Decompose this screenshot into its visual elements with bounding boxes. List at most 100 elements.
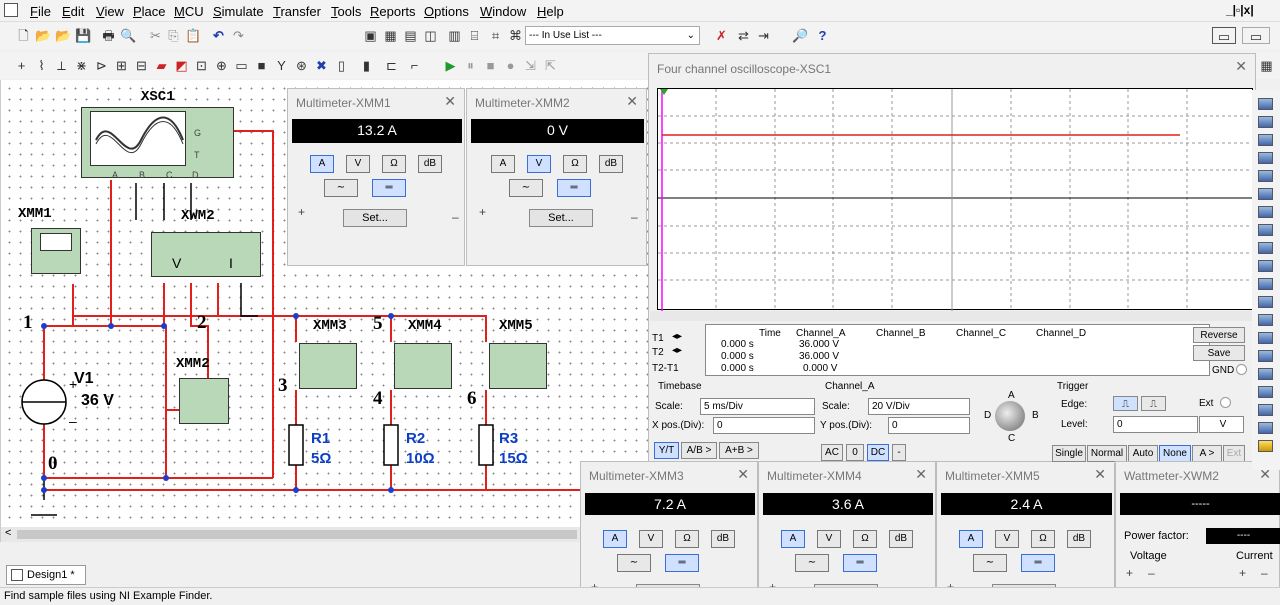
ac-mode-button[interactable]: ∼: [795, 554, 829, 572]
cursor-t1-marker[interactable]: [660, 89, 668, 95]
source-component-icon[interactable]: +: [13, 57, 30, 74]
menu-tools[interactable]: Tools: [331, 4, 361, 19]
minus-coupling-button[interactable]: -: [892, 444, 906, 461]
multimeter-xmm4-panel[interactable]: Multimeter-XMM4 ✕ 3.6 A A V Ω dB ∼ ═ + –…: [758, 461, 936, 604]
menu-view[interactable]: View: [96, 4, 124, 19]
db-button[interactable]: dB: [599, 155, 623, 173]
oscilloscope-screen[interactable]: [657, 88, 1254, 311]
close-icon[interactable]: ✕: [444, 93, 456, 110]
a-trigger-button[interactable]: A >: [1192, 445, 1222, 462]
in-use-list-dropdown[interactable]: --- In Use List --- ⌄: [525, 26, 700, 45]
agilent-multimeter-tool-icon[interactable]: [1258, 368, 1273, 380]
dc-mode-button[interactable]: ═: [665, 554, 699, 572]
design-tab[interactable]: Design1 *: [6, 565, 86, 585]
bode-plotter-tool-icon[interactable]: [1258, 188, 1273, 200]
amps-button[interactable]: A: [310, 155, 334, 173]
amps-button[interactable]: A: [959, 530, 983, 548]
rising-edge-button[interactable]: ⎍: [1113, 396, 1138, 411]
multimeter-xmm4-symbol[interactable]: [394, 343, 452, 389]
amps-button[interactable]: A: [491, 155, 515, 173]
multimeter-xmm2-symbol[interactable]: [179, 378, 229, 424]
redo-icon[interactable]: ↷: [230, 27, 247, 44]
iv-analyzer-tool-icon[interactable]: [1258, 278, 1273, 290]
panel-toggle-2-icon[interactable]: ▭: [1242, 27, 1270, 44]
toggle-design-toolbox-icon[interactable]: ▣: [362, 27, 379, 44]
ttl-component-icon[interactable]: ⊞: [113, 57, 130, 74]
advanced-peripherals-icon[interactable]: ■: [253, 57, 270, 74]
level-unit-select[interactable]: V: [1199, 416, 1244, 433]
close-icon[interactable]: ✕: [1235, 58, 1247, 75]
copy-icon[interactable]: ⎘: [165, 27, 182, 44]
mdi-window-controls[interactable]: _|▫|x|: [1226, 3, 1254, 17]
ohms-button[interactable]: Ω: [1031, 530, 1055, 548]
zoom-icon[interactable]: 🔎: [792, 27, 809, 44]
falling-edge-button[interactable]: ⎍: [1141, 396, 1166, 411]
timebase-scale-input[interactable]: 5 ms/Div: [700, 398, 815, 415]
stop-icon[interactable]: ■: [482, 57, 499, 74]
cut-icon[interactable]: ✂: [147, 27, 164, 44]
normal-button[interactable]: Normal: [1087, 445, 1127, 462]
volts-button[interactable]: V: [639, 530, 663, 548]
oscilloscope-tool-icon[interactable]: [1258, 152, 1273, 164]
ac-mode-button[interactable]: ∼: [324, 179, 358, 197]
ohms-button[interactable]: Ω: [675, 530, 699, 548]
dc-mode-button[interactable]: ═: [843, 554, 877, 572]
set-button[interactable]: Set...: [343, 209, 407, 227]
multimeter-xmm2-panel[interactable]: Multimeter-XMM2 ✕ 0 V A V Ω dB ∼ ═ + – S…: [466, 88, 647, 266]
erc-icon[interactable]: ✗: [713, 27, 730, 44]
volts-button[interactable]: V: [995, 530, 1019, 548]
oscilloscope-xsc1[interactable]: G T A B C D: [81, 107, 234, 180]
amps-button[interactable]: A: [781, 530, 805, 548]
four-channel-scope-tool-icon[interactable]: [1258, 170, 1273, 182]
postprocessor-icon[interactable]: ◫: [422, 27, 439, 44]
save-icon[interactable]: 💾: [75, 27, 92, 44]
cursor-t1-arrows-icon[interactable]: ◂▸: [672, 331, 682, 342]
rf-component-icon[interactable]: Y: [273, 57, 290, 74]
ni-component-icon[interactable]: ✖: [313, 57, 330, 74]
basic-component-icon[interactable]: ⌇: [33, 57, 50, 74]
back-annotate-icon[interactable]: ⇥: [755, 27, 772, 44]
ypos-input[interactable]: 0: [888, 417, 970, 434]
single-button[interactable]: Single: [1052, 445, 1086, 462]
open-sample-icon[interactable]: 📂: [55, 27, 72, 44]
channel-scale-input[interactable]: 20 V/Div: [868, 398, 970, 415]
multimeter-xmm3-panel[interactable]: Multimeter-XMM3 ✕ 7.2 A A V Ω dB ∼ ═ + –…: [580, 461, 758, 604]
menu-place[interactable]: Place: [133, 4, 166, 19]
zero-coupling-button[interactable]: 0: [846, 444, 864, 461]
menu-edit[interactable]: Edit: [62, 4, 84, 19]
db-button[interactable]: dB: [1067, 530, 1091, 548]
a-plus-b-button[interactable]: A+B >: [719, 442, 759, 459]
none-button[interactable]: None: [1159, 445, 1191, 462]
cursor-t2-arrows-icon[interactable]: ◂▸: [672, 345, 682, 356]
close-icon[interactable]: ✕: [915, 466, 927, 483]
yt-button[interactable]: Y/T: [654, 442, 679, 459]
agilent-scope-tool-icon[interactable]: [1258, 386, 1273, 398]
scroll-left-icon[interactable]: <: [5, 527, 11, 539]
print-icon[interactable]: 🖶: [100, 27, 117, 44]
mixed-component-icon[interactable]: ◩: [173, 57, 190, 74]
scroll-thumb[interactable]: [17, 530, 577, 539]
diode-component-icon[interactable]: ⟂: [53, 57, 70, 74]
probe-icon[interactable]: ●: [502, 57, 519, 74]
paste-icon[interactable]: 📋: [185, 27, 202, 44]
labview-tool-icon[interactable]: [1258, 422, 1273, 434]
distortion-analyzer-tool-icon[interactable]: [1258, 296, 1273, 308]
word-generator-tool-icon[interactable]: [1258, 224, 1273, 236]
spectrum-analyzer-tool-icon[interactable]: [1258, 314, 1273, 326]
agilent-generator-tool-icon[interactable]: [1258, 350, 1273, 362]
panel-toggle-icon[interactable]: ▭: [1212, 27, 1236, 44]
menu-file[interactable]: File: [30, 4, 51, 19]
menu-transfer[interactable]: Transfer: [273, 4, 321, 19]
horizontal-scrollbar[interactable]: <: [1, 527, 656, 542]
menu-help[interactable]: Help: [537, 4, 564, 19]
ac-mode-button[interactable]: ∼: [617, 554, 651, 572]
power-component-icon[interactable]: ⊕: [213, 57, 230, 74]
menu-reports[interactable]: Reports: [370, 4, 416, 19]
analog-component-icon[interactable]: ⊳: [93, 57, 110, 74]
grapher-icon[interactable]: ▤: [402, 27, 419, 44]
level-input[interactable]: 0: [1113, 416, 1198, 433]
menu-options[interactable]: Options: [424, 4, 469, 19]
logic-analyzer-tool-icon[interactable]: [1258, 242, 1273, 254]
cmos-component-icon[interactable]: ⊟: [133, 57, 150, 74]
connector-icon[interactable]: ▯: [333, 57, 350, 74]
